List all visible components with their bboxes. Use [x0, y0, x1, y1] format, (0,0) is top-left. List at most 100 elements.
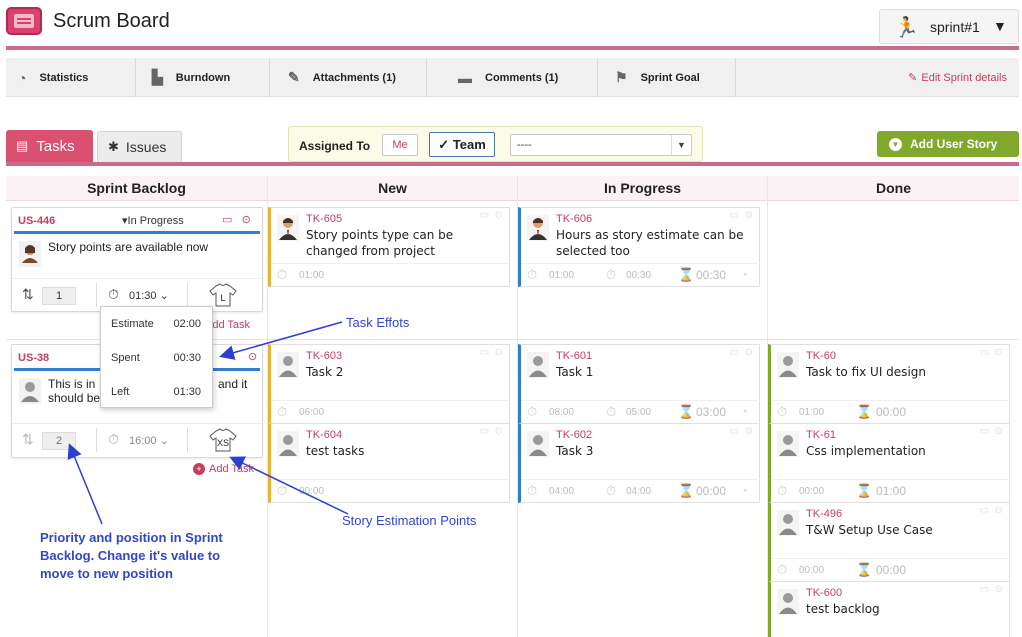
comment-icon[interactable]: ▭: [480, 347, 489, 358]
options-icon[interactable]: ⊙: [495, 426, 503, 437]
story-card[interactable]: US-446 ▾In Progress ▭ ⊙ Story points are…: [11, 207, 263, 312]
scrum-board-icon: [6, 7, 42, 35]
task-estimate[interactable]: 08:00: [549, 407, 574, 418]
options-icon[interactable]: ⊙: [495, 210, 503, 221]
task-card[interactable]: TK-603 Task 2 ▭ ⊙ ⏱ 06:00: [268, 344, 510, 424]
comment-icon[interactable]: ▭: [480, 210, 489, 221]
task-spent[interactable]: 04:00: [626, 486, 651, 497]
task-card[interactable]: TK-60 Task to fix UI design ▭ ⊙ ⏱ 01:00 ⌛ 00:0…: [768, 344, 1010, 424]
task-estimate[interactable]: 04:00: [549, 486, 574, 497]
stopwatch-icon: ⏱: [777, 404, 788, 419]
task-card[interactable]: TK-496 T&W Setup Use Case ▭ ⊙ ⏱ 00:00 ⌛ 00:00: [768, 502, 1010, 582]
avatar: [277, 352, 299, 378]
comment-icon[interactable]: ▭: [980, 505, 989, 516]
task-spent[interactable]: 00:30: [626, 270, 651, 281]
priority-input[interactable]: 1: [42, 287, 76, 305]
sprint-select[interactable]: 🏃 sprint#1 ▼: [879, 9, 1019, 44]
header: Scrum Board 🏃 sprint#1 ▼: [0, 0, 1022, 52]
task-left[interactable]: 00:30: [696, 268, 726, 282]
options-icon[interactable]: ⊙: [995, 584, 1003, 595]
story-time[interactable]: 01:30 ⌄: [129, 289, 169, 302]
chevron-down-icon: ⌄: [159, 435, 169, 447]
task-estimate[interactable]: 06:00: [299, 407, 324, 418]
task-estimate[interactable]: 00:00: [799, 565, 824, 576]
add-user-story-label: Add User Story: [910, 137, 998, 151]
story-size: XS: [217, 438, 229, 448]
task-id: TK-496: [806, 508, 843, 520]
task-card[interactable]: TK-600test backlog▭ ⊙⏱: [768, 581, 1010, 637]
task-card[interactable]: TK-61 Css implementation ▭ ⊙ ⏱ 00:00 ⌛ 01:00: [768, 423, 1010, 503]
options-icon[interactable]: ⊙: [242, 214, 251, 226]
task-estimate[interactable]: 01:00: [299, 270, 324, 281]
options-icon[interactable]: ⊙: [745, 426, 753, 437]
annotation-line: Priority and position in Sprint: [40, 530, 223, 545]
task-spent[interactable]: 05:00: [626, 407, 651, 418]
options-icon[interactable]: ⊙: [745, 347, 753, 358]
add-task-link[interactable]: + Add Task: [193, 463, 254, 475]
task-id: TK-60: [806, 350, 836, 362]
sort-arrows-icon: ⇅: [22, 431, 34, 447]
attachments-button[interactable]: ✎ Attachments (1): [270, 58, 427, 97]
story-time-value: 01:30: [129, 290, 157, 302]
hourglass-icon: ⌛: [678, 404, 695, 419]
tab-tasks[interactable]: ▤ Tasks: [6, 130, 93, 162]
options-icon[interactable]: ⊙: [995, 505, 1003, 516]
story-size: L: [220, 293, 225, 303]
column-header: In Progress: [518, 176, 767, 201]
tshirt-size-icon[interactable]: L: [208, 283, 238, 307]
story-status[interactable]: ▾In Progress: [122, 214, 184, 227]
member-select[interactable]: ---- ▼: [510, 134, 692, 156]
comments-button[interactable]: ▬ Comments (1): [427, 58, 598, 97]
avatar: [19, 241, 41, 267]
sprint-goal-button[interactable]: ⚑ Sprint Goal: [598, 58, 736, 97]
options-icon[interactable]: ⊙: [248, 351, 257, 363]
stopwatch-icon: ⏱: [527, 483, 538, 498]
options-icon[interactable]: ⊙: [995, 426, 1003, 437]
add-user-story-button[interactable]: ▼ Add User Story: [877, 131, 1019, 157]
stopwatch-icon: ⏱: [777, 483, 788, 498]
comment-icon[interactable]: ▭: [980, 584, 989, 595]
tshirt-size-icon[interactable]: XS: [208, 428, 238, 452]
avatar: [777, 352, 799, 378]
task-left[interactable]: 01:00: [876, 484, 906, 498]
task-card[interactable]: TK-606 Hours as story estimate can be sel…: [518, 207, 760, 287]
burndown-button[interactable]: ▙ Burndown: [136, 58, 270, 97]
options-icon[interactable]: ⊙: [745, 210, 753, 221]
options-icon[interactable]: ⊙: [495, 347, 503, 358]
tab-issues[interactable]: ✱ Issues: [97, 131, 182, 162]
comment-icon[interactable]: ▭: [730, 347, 739, 358]
task-left[interactable]: 00:00: [876, 405, 906, 419]
task-card[interactable]: TK-602 Task 3 ▭ ⊙ ⏱ 04:00 ⏱ 04:00 ⌛ 00:00 ◔: [518, 423, 760, 503]
priority-input[interactable]: 2: [42, 432, 76, 450]
comment-icon[interactable]: ▭: [480, 426, 489, 437]
story-time[interactable]: 16:00 ⌄: [129, 434, 169, 447]
task-card[interactable]: TK-605 Story points type can be changed f…: [268, 207, 510, 287]
task-estimate[interactable]: 00:00: [299, 486, 324, 497]
assigned-me-button[interactable]: Me: [382, 134, 418, 156]
assigned-team-button[interactable]: ✓ Team: [429, 132, 495, 157]
assigned-to-label: Assigned To: [299, 139, 371, 153]
effort-label: Estimate: [111, 318, 154, 330]
task-estimate[interactable]: 00:00: [799, 486, 824, 497]
task-id: TK-600: [806, 587, 843, 599]
comment-icon[interactable]: ▭: [730, 210, 739, 221]
task-card[interactable]: TK-601 Task 1 ▭ ⊙ ⏱ 08:00 ⏱ 05:00 ⌛ 03:00 ◔: [518, 344, 760, 424]
effort-row: Estimate 02:00: [101, 307, 214, 341]
tab-issues-label: Issues: [125, 139, 167, 155]
comment-icon[interactable]: ▭: [222, 214, 232, 226]
statistics-button[interactable]: ◔ Statistics: [6, 58, 136, 97]
stopwatch-icon: ⏱: [527, 267, 538, 282]
avatar: [777, 431, 799, 457]
task-estimate[interactable]: 01:00: [799, 407, 824, 418]
progress-icon: ◔: [740, 404, 748, 419]
edit-sprint-link[interactable]: ✎ Edit Sprint details: [908, 71, 1007, 84]
task-estimate[interactable]: 01:00: [549, 270, 574, 281]
options-icon[interactable]: ⊙: [995, 347, 1003, 358]
comment-icon[interactable]: ▭: [980, 347, 989, 358]
task-card[interactable]: TK-604 test tasks ▭ ⊙ ⏱ 00:00: [268, 423, 510, 503]
task-left[interactable]: 03:00: [696, 405, 726, 419]
task-left[interactable]: 00:00: [876, 563, 906, 577]
comment-icon[interactable]: ▭: [980, 426, 989, 437]
comment-icon[interactable]: ▭: [730, 426, 739, 437]
task-left[interactable]: 00:00: [696, 484, 726, 498]
